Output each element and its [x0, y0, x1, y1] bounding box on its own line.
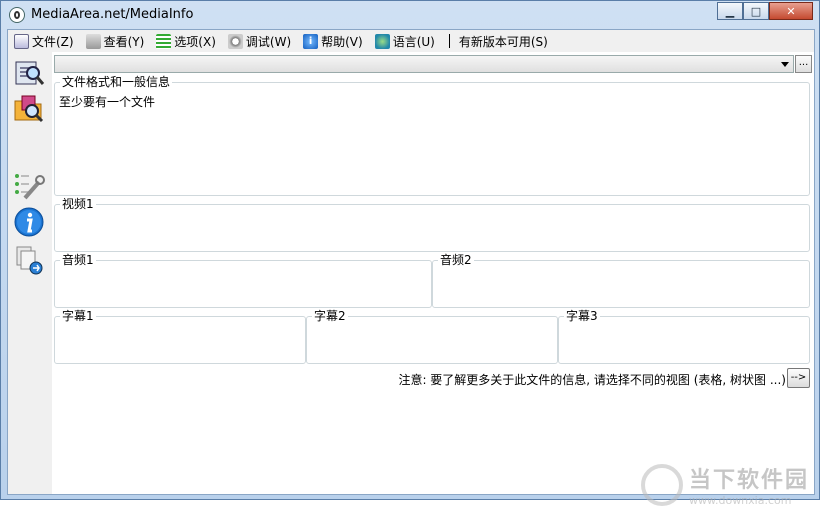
subtitle1-group: 字幕1: [54, 309, 306, 364]
video1-group: 视频1: [54, 197, 810, 252]
chevron-down-icon: [781, 62, 789, 67]
open-folder-icon[interactable]: [13, 92, 45, 124]
open-file-icon[interactable]: [13, 56, 45, 88]
watermark-title: 当下软件园: [689, 468, 810, 493]
maximize-button[interactable]: □: [743, 2, 769, 20]
view-hint-note: 注意: 要了解更多关于此文件的信息, 请选择不同的视图 (表格, 树状图 ...…: [398, 373, 786, 387]
debug-icon: [227, 33, 243, 49]
general-info-legend: 文件格式和一般信息: [60, 75, 173, 89]
minimize-button[interactable]: ▁: [717, 2, 743, 20]
subtitle2-legend: 字幕2: [312, 309, 348, 323]
menu-file[interactable]: 文件(Z): [8, 30, 80, 52]
preferences-icon[interactable]: [13, 170, 45, 202]
help-icon: i: [303, 33, 319, 49]
menu-update[interactable]: 有新版本可用(S): [453, 30, 554, 52]
subtitle3-group: 字幕3: [558, 309, 810, 364]
menu-separator: [448, 34, 450, 48]
menu-file-label: 文件(Z): [32, 34, 74, 49]
menu-bar: 文件(Z) 查看(Y) 选项(X) 调试(W) i 帮助(V) 语言(U) 有新…: [8, 30, 814, 52]
info-icon[interactable]: [13, 206, 45, 238]
subtitle2-group: 字幕2: [306, 309, 558, 364]
browse-button[interactable]: ...: [795, 55, 812, 73]
menu-options[interactable]: 选项(X): [150, 30, 222, 52]
general-info-group: 文件格式和一般信息 至少要有一个文件: [54, 75, 810, 196]
subtitle3-legend: 字幕3: [564, 309, 600, 323]
window-controls: ▁ □ ✕: [717, 2, 813, 20]
sidebar: [8, 52, 52, 494]
title-bar: MediaArea.net/MediaInfo ▁ □ ✕: [1, 1, 819, 29]
watermark-logo-icon: [641, 463, 683, 506]
menu-language-label: 语言(U): [392, 34, 435, 49]
next-view-button[interactable]: -->: [787, 368, 810, 388]
language-icon: [374, 33, 390, 49]
menu-language[interactable]: 语言(U): [369, 30, 441, 52]
menu-view[interactable]: 查看(Y): [80, 30, 151, 52]
menu-view-label: 查看(Y): [103, 34, 145, 49]
audio2-group: 音频2: [432, 253, 810, 308]
subtitle1-legend: 字幕1: [60, 309, 96, 323]
audio1-legend: 音频1: [60, 253, 96, 267]
audio2-legend: 音频2: [438, 253, 474, 267]
main-window: MediaArea.net/MediaInfo ▁ □ ✕ 文件(Z) 查看(Y…: [0, 0, 820, 507]
close-button[interactable]: ✕: [769, 2, 813, 20]
app-icon[interactable]: [9, 7, 25, 23]
window-title: MediaArea.net/MediaInfo: [31, 7, 194, 22]
menu-debug[interactable]: 调试(W): [222, 30, 297, 52]
menu-help-label: 帮助(V): [321, 34, 363, 49]
file-icon: [14, 33, 29, 49]
menu-help[interactable]: i 帮助(V): [297, 30, 369, 52]
video1-legend: 视频1: [60, 197, 96, 211]
file-selector-combo[interactable]: [54, 55, 794, 73]
export-icon[interactable]: [13, 244, 45, 276]
menu-debug-label: 调试(W): [245, 34, 292, 49]
watermark: 当下软件园 www.downxia.com: [641, 462, 809, 507]
watermark-url: www.downxia.com: [689, 494, 792, 507]
audio1-group: 音频1: [54, 253, 432, 308]
general-info-text: 至少要有一个文件: [59, 95, 156, 109]
menu-options-label: 选项(X): [174, 34, 216, 49]
watermark-text-block: 当下软件园 www.downxia.com: [689, 462, 809, 507]
options-icon: [156, 33, 172, 49]
client-area: 文件(Z) 查看(Y) 选项(X) 调试(W) i 帮助(V) 语言(U) 有新…: [7, 29, 815, 507]
view-icon: [85, 33, 101, 49]
